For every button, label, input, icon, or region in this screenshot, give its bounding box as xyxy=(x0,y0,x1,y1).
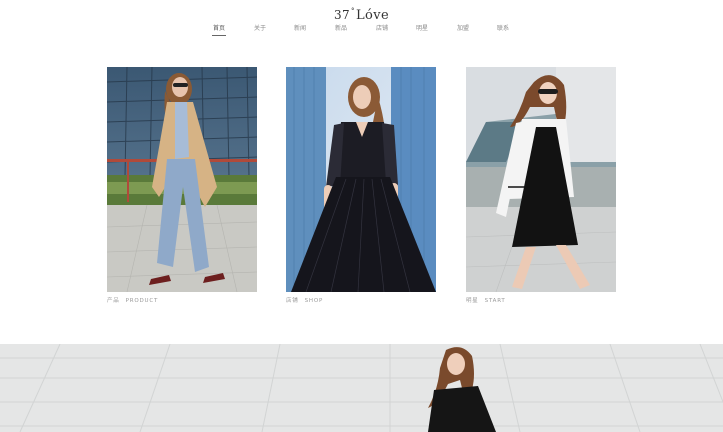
nav-item-news[interactable]: 新闻 xyxy=(294,25,306,33)
nav-item-stores[interactable]: 店铺 xyxy=(376,25,388,33)
main-nav: 首页 关于 新闻 新品 店铺 明星 加盟 联系 xyxy=(200,25,530,41)
caption-cn: 产品 xyxy=(107,298,120,304)
start-photo[interactable] xyxy=(466,67,616,292)
caption-en: PRODUCT xyxy=(125,298,159,304)
card-caption: 产品 PRODUCT xyxy=(107,296,257,304)
nav-item-new-products[interactable]: 新品 xyxy=(335,25,347,33)
card-caption: 明星 START xyxy=(466,296,616,304)
hero-banner xyxy=(0,344,723,432)
nav-item-about[interactable]: 关于 xyxy=(254,25,266,33)
product-photo[interactable] xyxy=(107,67,257,292)
logo-degree: ° xyxy=(351,7,355,15)
caption-en: START xyxy=(484,298,506,304)
caption-cn: 明星 xyxy=(466,298,479,304)
logo-word: Lóve xyxy=(355,8,390,23)
card-caption: 店铺 SHOP xyxy=(286,296,436,304)
card-start[interactable]: 明星 START xyxy=(466,67,616,304)
card-shop[interactable]: 店铺 SHOP xyxy=(286,67,436,304)
logo-number: 37 xyxy=(333,8,351,22)
nav-item-franchise[interactable]: 加盟 xyxy=(457,25,469,33)
caption-en: SHOP xyxy=(304,298,324,304)
site-header: 37°Lóve 首页 关于 新闻 新品 店铺 明星 加盟 联系 xyxy=(0,0,723,48)
nav-item-home[interactable]: 首页 xyxy=(211,25,227,36)
nav-item-stars[interactable]: 明星 xyxy=(416,25,428,33)
shop-photo[interactable] xyxy=(286,67,436,292)
site-logo[interactable]: 37°Lóve xyxy=(0,7,723,23)
nav-item-contact[interactable]: 联系 xyxy=(497,25,509,33)
caption-cn: 店铺 xyxy=(286,298,299,304)
card-product[interactable]: 产品 PRODUCT xyxy=(107,67,257,304)
